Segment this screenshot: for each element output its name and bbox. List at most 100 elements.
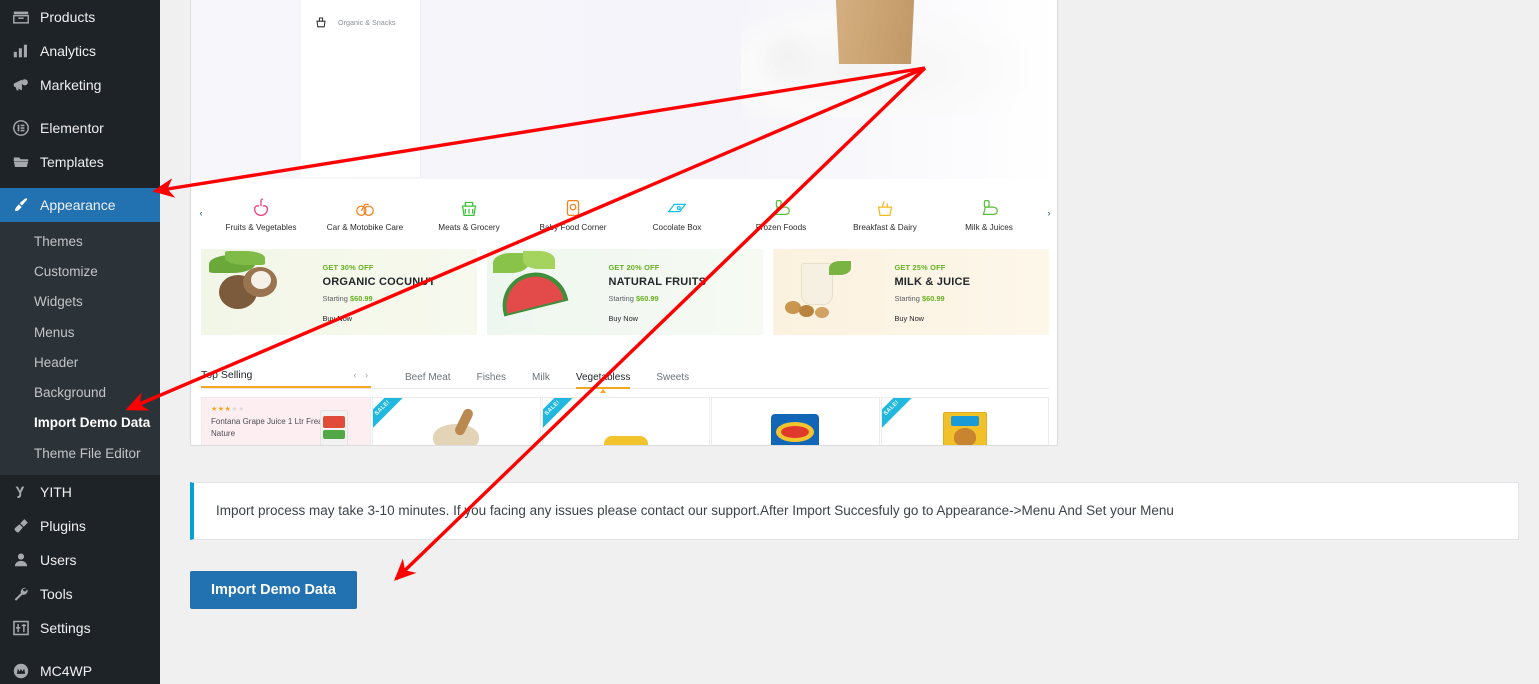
- carousel-item-label: Car & Motobike Care: [326, 222, 404, 232]
- submenu-item-background[interactable]: Background: [0, 378, 160, 408]
- sidebar-item-yith[interactable]: YITH: [0, 475, 160, 509]
- carousel-item[interactable]: Meats & Grocery: [429, 195, 509, 232]
- carousel-item-label: Fruits & Vegetables: [225, 222, 297, 232]
- promo-starting-label: Starting: [894, 294, 920, 303]
- wp-admin-sidebar: Products Analytics Marketing Elementor T…: [0, 0, 160, 684]
- promo-starting: Starting $60.99: [894, 294, 1045, 303]
- marketing-megaphone-icon: [11, 75, 31, 95]
- theme-demo-preview[interactable]: Dried Foods Frozen Foods: [190, 0, 1058, 446]
- breakfast-dairy-icon: [845, 195, 925, 221]
- submenu-item-themes[interactable]: Themes: [0, 227, 160, 257]
- category-menu-item[interactable]: Organic & Snacks: [301, 7, 420, 37]
- users-icon: [11, 550, 31, 570]
- promo-title: MILK & JUICE: [894, 276, 971, 288]
- sidebar-item-label: Marketing: [40, 77, 102, 93]
- carousel-item-label: Frozen Foods: [755, 222, 807, 232]
- carousel-item[interactable]: Milk & Juices: [949, 195, 1029, 232]
- promo-price: $60.99: [635, 294, 659, 303]
- tab-sweets[interactable]: Sweets: [656, 372, 689, 383]
- products-icon: [11, 7, 31, 27]
- carousel-item[interactable]: Fruits & Vegetables: [221, 195, 301, 232]
- appearance-brush-icon: [11, 195, 31, 215]
- category-carousel: ‹ Fruits & Vegetables Car & Motobike Car…: [191, 182, 1057, 244]
- sale-badge: SALE!: [881, 398, 915, 432]
- product-card[interactable]: ★★★★★ Fontana Grape Juice 1 Ltr Freash A…: [201, 397, 371, 445]
- mc4wp-icon: [11, 661, 31, 681]
- submenu-item-header[interactable]: Header: [0, 348, 160, 378]
- submenu-item-customize[interactable]: Customize: [0, 257, 160, 287]
- promo-starting-label: Starting: [608, 294, 634, 303]
- templates-folder-icon: [11, 152, 31, 172]
- import-notice-text: Import process may take 3-10 minutes. If…: [216, 502, 1174, 518]
- submenu-item-menus[interactable]: Menus: [0, 318, 160, 348]
- frozen-foods-icon: [741, 195, 821, 221]
- promo-price: $60.99: [349, 294, 373, 303]
- screen-root: Products Analytics Marketing Elementor T…: [0, 0, 1539, 684]
- carousel-item[interactable]: Frozen Foods: [741, 195, 821, 232]
- sidebar-item-products[interactable]: Products: [0, 0, 160, 34]
- carousel-item-label: Baby Food Corner: [539, 222, 607, 232]
- tab-milk[interactable]: Milk: [532, 372, 550, 383]
- sidebar-item-templates[interactable]: Templates: [0, 145, 160, 179]
- sidebar-item-marketing[interactable]: Marketing: [0, 68, 160, 102]
- promo-title: NATURAL FRUITS: [608, 276, 707, 288]
- yith-icon: [11, 482, 31, 502]
- product-card[interactable]: SALE!: [541, 397, 710, 445]
- sidebar-item-users[interactable]: Users: [0, 543, 160, 577]
- sidebar-item-settings[interactable]: Settings: [0, 611, 160, 645]
- carousel-item[interactable]: Breakfast & Dairy: [845, 195, 925, 232]
- submenu-item-widgets[interactable]: Widgets: [0, 287, 160, 317]
- watermelon-image: [487, 249, 608, 335]
- promo-banner[interactable]: GET 25% OFF MILK & JUICE Starting $60.99…: [773, 249, 1049, 335]
- product-card[interactable]: SALE!: [372, 397, 541, 445]
- import-demo-data-button[interactable]: Import Demo Data: [190, 571, 357, 609]
- sidebar-item-plugins[interactable]: Plugins: [0, 509, 160, 543]
- sidebar-item-tools[interactable]: Tools: [0, 577, 160, 611]
- analytics-bar-chart-icon: [11, 41, 31, 61]
- sidebar-item-mc4wp[interactable]: MC4WP: [0, 654, 160, 684]
- carousel-prev-icon[interactable]: ‹: [191, 208, 211, 218]
- product-card[interactable]: SALE!: [880, 397, 1049, 445]
- organic-snacks-icon: [313, 14, 329, 30]
- appearance-submenu: Themes Customize Widgets Menus Header Ba…: [0, 222, 160, 475]
- settings-sliders-icon: [11, 618, 31, 638]
- carousel-item[interactable]: Cocolate Box: [637, 195, 717, 232]
- sidebar-item-appearance[interactable]: Appearance: [0, 188, 160, 222]
- sidebar-item-label: MC4WP: [40, 662, 93, 679]
- tab-fishes[interactable]: Fishes: [477, 372, 506, 383]
- baby-food-corner-icon: [533, 195, 613, 221]
- tab-beef-meat[interactable]: Beef Meat: [405, 372, 451, 383]
- promo-banner[interactable]: GET 30% OFF ORGANIC COCUNUT Starting $60…: [201, 249, 477, 335]
- promo-starting: Starting $60.99: [322, 294, 473, 303]
- tab-vegetabless[interactable]: Vegetabless: [575, 372, 630, 393]
- promo-discount: GET 20% OFF: [608, 263, 660, 272]
- car-motobike-care-icon: [325, 195, 405, 221]
- promo-buy-now[interactable]: Buy Now: [608, 314, 759, 323]
- carousel-item[interactable]: Car & Motobike Care: [325, 195, 405, 232]
- submenu-item-import-demo-data[interactable]: Import Demo Data: [0, 408, 160, 438]
- top-selling-nav-icons[interactable]: ‹ ›: [354, 370, 372, 380]
- plugins-plug-icon: [11, 516, 31, 536]
- promo-banner[interactable]: GET 20% OFF NATURAL FRUITS Starting $60.…: [487, 249, 763, 335]
- promo-banner-row: GET 30% OFF ORGANIC COCUNUT Starting $60…: [201, 249, 1049, 335]
- sale-badge: SALE!: [542, 398, 576, 432]
- sidebar-item-label: Tools: [40, 585, 73, 602]
- tools-wrench-icon: [11, 584, 31, 604]
- product-card[interactable]: [711, 397, 880, 445]
- cocolate-box-icon: [637, 195, 717, 221]
- sidebar-item-elementor[interactable]: Elementor: [0, 111, 160, 145]
- sidebar-item-label: Settings: [40, 619, 91, 636]
- carousel-item-label: Cocolate Box: [652, 222, 702, 232]
- sidebar-item-analytics[interactable]: Analytics: [0, 34, 160, 68]
- submenu-item-theme-file-editor[interactable]: Theme File Editor: [0, 439, 160, 469]
- promo-buy-now[interactable]: Buy Now: [894, 314, 1045, 323]
- admin-content-area: Dried Foods Frozen Foods: [160, 0, 1539, 684]
- promo-buy-now[interactable]: Buy Now: [322, 314, 473, 323]
- sidebar-item-label: Appearance: [40, 197, 116, 213]
- grocery-bag-art: [801, 0, 951, 67]
- carousel-next-icon[interactable]: ›: [1039, 208, 1057, 218]
- category-menu-item[interactable]: Car & Motobike: [301, 0, 420, 7]
- carousel-item[interactable]: Baby Food Corner: [533, 195, 613, 232]
- product-card-row: ★★★★★ Fontana Grape Juice 1 Ltr Freash A…: [201, 397, 1049, 445]
- category-menu-label: Organic & Snacks: [338, 17, 396, 27]
